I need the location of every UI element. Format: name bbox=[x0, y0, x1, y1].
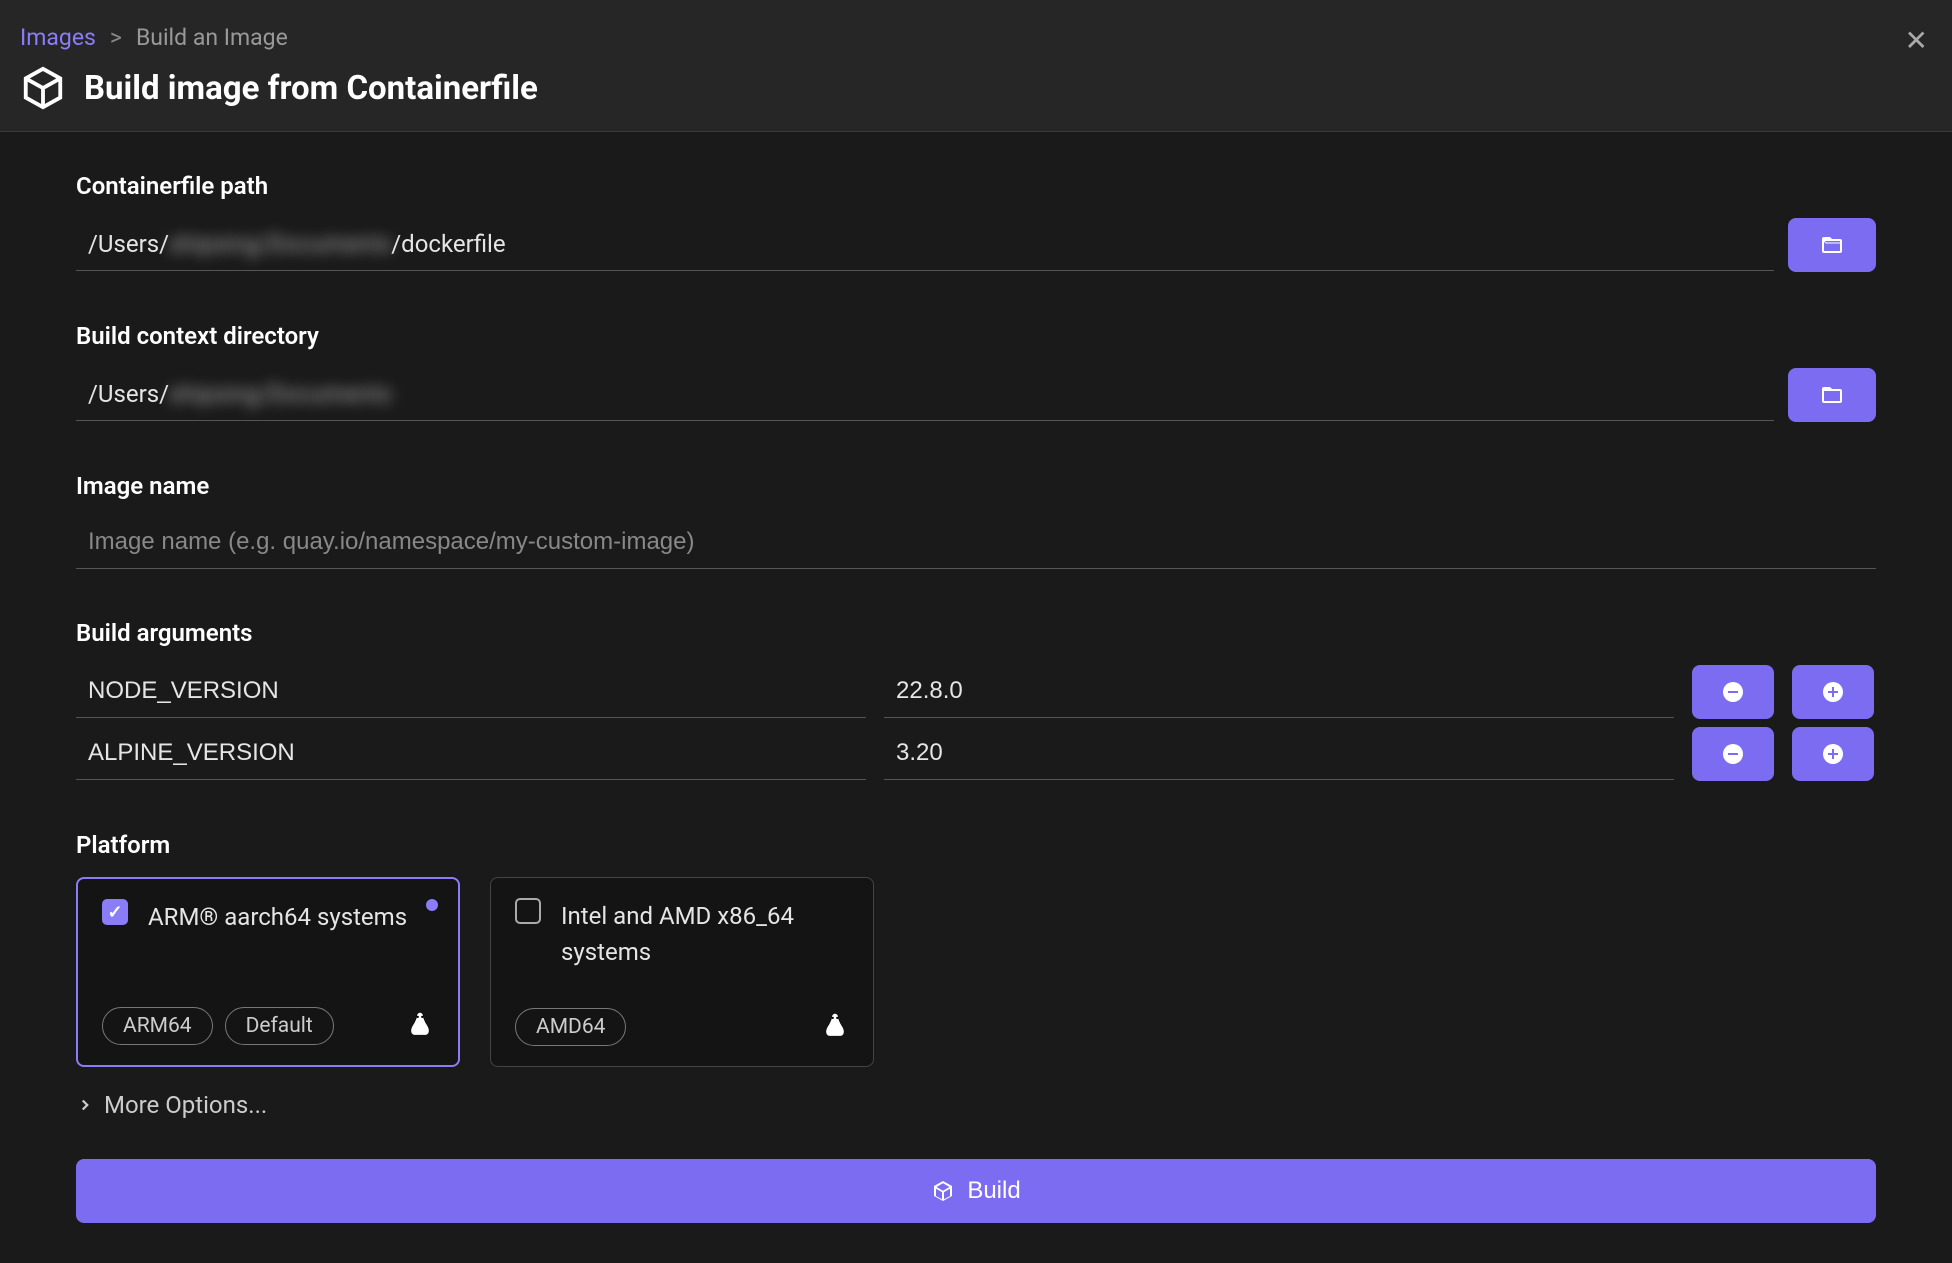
arg-value-input[interactable] bbox=[884, 667, 1674, 718]
add-arg-button[interactable] bbox=[1792, 727, 1874, 781]
linux-icon bbox=[821, 1011, 849, 1043]
minus-circle-icon bbox=[1721, 680, 1745, 704]
context-field: Build context directory /Users/ shipsing… bbox=[76, 322, 1876, 422]
cube-icon bbox=[931, 1179, 955, 1203]
platform-checkbox[interactable] bbox=[515, 898, 541, 924]
linux-icon bbox=[406, 1010, 434, 1042]
arg-row-1 bbox=[76, 727, 1876, 781]
form-content: Containerfile path /Users/ shipsing/Docu… bbox=[0, 132, 1952, 1263]
breadcrumb-root[interactable]: Images bbox=[20, 24, 96, 51]
build-button-label: Build bbox=[967, 1177, 1020, 1205]
containerfile-label: Containerfile path bbox=[76, 172, 1876, 200]
platform-card-amd64[interactable]: Intel and AMD x86_64 systems AMD64 bbox=[490, 877, 874, 1067]
path-prefix: /Users/ bbox=[88, 380, 169, 408]
more-options-label: More Options... bbox=[104, 1091, 267, 1119]
build-args-section: Build arguments bbox=[76, 619, 1876, 781]
remove-arg-button[interactable] bbox=[1692, 727, 1774, 781]
platform-title: ARM® aarch64 systems bbox=[148, 899, 407, 935]
plus-circle-icon bbox=[1821, 742, 1845, 766]
folder-open-icon bbox=[1820, 233, 1844, 257]
image-name-field: Image name bbox=[76, 472, 1876, 569]
arch-chip: AMD64 bbox=[515, 1008, 626, 1046]
breadcrumb-sep: > bbox=[110, 24, 122, 51]
more-options-toggle[interactable]: More Options... bbox=[76, 1091, 1876, 1119]
arg-key-input[interactable] bbox=[76, 667, 866, 718]
path-suffix: /dockerfile bbox=[391, 230, 505, 258]
add-arg-button[interactable] bbox=[1792, 665, 1874, 719]
platform-card-arm64[interactable]: ARM® aarch64 systems ARM64 Default bbox=[76, 877, 460, 1067]
breadcrumb: Images > Build an Image bbox=[20, 24, 1932, 51]
containerfile-field: Containerfile path /Users/ shipsing/Docu… bbox=[76, 172, 1876, 272]
arg-row-0 bbox=[76, 665, 1876, 719]
image-name-input[interactable] bbox=[76, 518, 1876, 569]
browse-context-button[interactable] bbox=[1788, 368, 1876, 422]
selected-dot-icon bbox=[426, 899, 438, 911]
header: Images > Build an Image Build image from… bbox=[0, 0, 1952, 132]
path-prefix: /Users/ bbox=[88, 230, 169, 258]
path-redacted: shipsing/Documents bbox=[169, 230, 391, 258]
browse-containerfile-button[interactable] bbox=[1788, 218, 1876, 272]
platform-title: Intel and AMD x86_64 systems bbox=[561, 898, 849, 970]
platform-label: Platform bbox=[76, 831, 1876, 859]
remove-arg-button[interactable] bbox=[1692, 665, 1774, 719]
cube-icon bbox=[20, 65, 66, 111]
minus-circle-icon bbox=[1721, 742, 1745, 766]
path-redacted: shipsing/Documents bbox=[169, 380, 391, 408]
page-title: Build image from Containerfile bbox=[84, 69, 538, 108]
arch-chip: ARM64 bbox=[102, 1007, 213, 1045]
default-chip: Default bbox=[225, 1007, 334, 1045]
plus-circle-icon bbox=[1821, 680, 1845, 704]
containerfile-input[interactable]: /Users/ shipsing/Documents /dockerfile bbox=[76, 220, 1774, 271]
breadcrumb-current: Build an Image bbox=[136, 24, 288, 51]
folder-open-icon bbox=[1820, 383, 1844, 407]
build-args-label: Build arguments bbox=[76, 619, 1876, 647]
arg-value-input[interactable] bbox=[884, 729, 1674, 780]
build-button[interactable]: Build bbox=[76, 1159, 1876, 1223]
platform-checkbox[interactable] bbox=[102, 899, 128, 925]
platform-section: Platform ARM® aarch64 systems ARM64 Defa… bbox=[76, 831, 1876, 1119]
chevron-right-icon bbox=[76, 1096, 94, 1114]
arg-key-input[interactable] bbox=[76, 729, 866, 780]
close-icon[interactable]: ✕ bbox=[1905, 24, 1928, 57]
context-input[interactable]: /Users/ shipsing/Documents bbox=[76, 370, 1774, 421]
context-label: Build context directory bbox=[76, 322, 1876, 350]
image-name-label: Image name bbox=[76, 472, 1876, 500]
